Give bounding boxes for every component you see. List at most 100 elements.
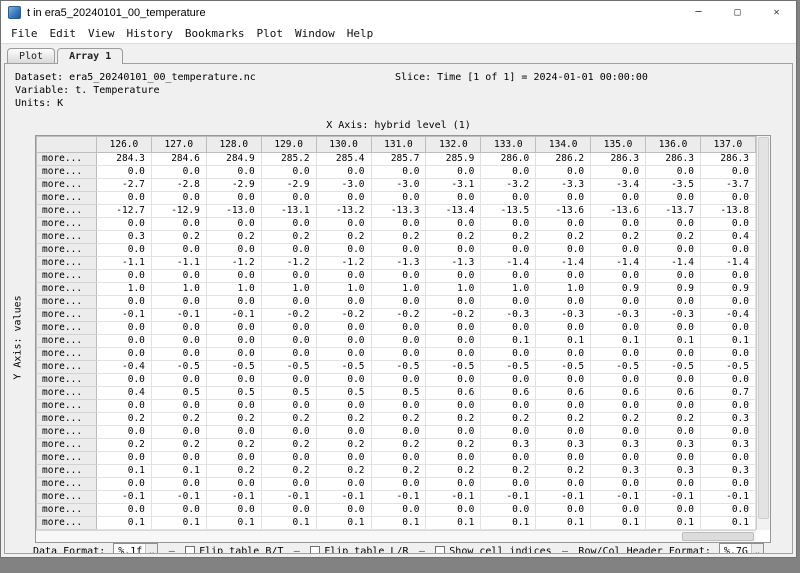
table-cell[interactable]: 285.4	[316, 153, 371, 166]
table-cell[interactable]: -0.5	[151, 361, 206, 374]
table-cell[interactable]: 0.1	[316, 517, 371, 530]
table-cell[interactable]: 1.0	[97, 283, 152, 296]
close-button[interactable]: ✕	[757, 1, 796, 24]
table-cell[interactable]: 0.2	[97, 413, 152, 426]
table-cell[interactable]: 0.0	[536, 348, 591, 361]
table-cell[interactable]: 0.0	[700, 322, 755, 335]
table-cell[interactable]: 0.3	[591, 465, 646, 478]
table-cell[interactable]: -12.9	[151, 205, 206, 218]
table-cell[interactable]: 0.9	[591, 283, 646, 296]
table-cell[interactable]: 286.0	[481, 153, 536, 166]
table-cell[interactable]: 0.0	[536, 452, 591, 465]
table-cell[interactable]: 0.2	[646, 413, 701, 426]
table-cell[interactable]: 0.0	[646, 478, 701, 491]
table-cell[interactable]: 0.6	[536, 387, 591, 400]
table-cell[interactable]: 0.0	[536, 192, 591, 205]
row-header-more[interactable]: more...	[37, 374, 97, 387]
table-cell[interactable]: 0.3	[536, 439, 591, 452]
table-cell[interactable]: 0.0	[261, 166, 316, 179]
table-cell[interactable]: 0.0	[646, 322, 701, 335]
table-cell[interactable]: 0.0	[316, 400, 371, 413]
table-cell[interactable]: 0.0	[536, 270, 591, 283]
table-cell[interactable]: 0.0	[151, 335, 206, 348]
table-cell[interactable]: 0.3	[591, 439, 646, 452]
table-cell[interactable]: 0.0	[206, 192, 261, 205]
table-cell[interactable]: 0.0	[261, 400, 316, 413]
table-cell[interactable]: 0.0	[536, 426, 591, 439]
table-cell[interactable]: -2.9	[206, 179, 261, 192]
table-cell[interactable]: -3.7	[700, 179, 755, 192]
table-cell[interactable]: 0.2	[536, 413, 591, 426]
table-cell[interactable]: 0.5	[151, 387, 206, 400]
table-cell[interactable]: 0.0	[206, 426, 261, 439]
table-cell[interactable]: 0.0	[316, 504, 371, 517]
table-cell[interactable]: -3.5	[646, 179, 701, 192]
table-cell[interactable]: 0.0	[426, 166, 481, 179]
table-cell[interactable]: 0.3	[646, 439, 701, 452]
table-cell[interactable]: 0.0	[591, 400, 646, 413]
table-cell[interactable]: 285.9	[426, 153, 481, 166]
table-cell[interactable]: 0.0	[97, 426, 152, 439]
table-cell[interactable]: 0.0	[591, 374, 646, 387]
table-cell[interactable]: 0.1	[646, 517, 701, 530]
table-cell[interactable]: 0.0	[536, 322, 591, 335]
table-cell[interactable]: 286.2	[536, 153, 591, 166]
table-cell[interactable]: 1.0	[426, 283, 481, 296]
row-header-more[interactable]: more...	[37, 452, 97, 465]
table-cell[interactable]: 0.0	[536, 374, 591, 387]
table-cell[interactable]: 0.0	[206, 348, 261, 361]
table-cell[interactable]: 0.0	[371, 270, 426, 283]
table-cell[interactable]: 0.3	[97, 231, 152, 244]
table-cell[interactable]: 0.0	[97, 270, 152, 283]
table-cell[interactable]: 0.0	[591, 166, 646, 179]
vertical-scrollbar[interactable]	[756, 136, 770, 530]
table-cell[interactable]: 284.6	[151, 153, 206, 166]
table-cell[interactable]: 0.1	[151, 517, 206, 530]
table-cell[interactable]: 0.2	[371, 413, 426, 426]
table-cell[interactable]: 0.0	[426, 296, 481, 309]
table-cell[interactable]: -0.1	[206, 309, 261, 322]
table-cell[interactable]: 0.0	[481, 296, 536, 309]
table-cell[interactable]: 0.2	[646, 231, 701, 244]
table-cell[interactable]: 0.2	[261, 413, 316, 426]
table-cell[interactable]: 0.4	[97, 387, 152, 400]
table-cell[interactable]: 0.0	[151, 270, 206, 283]
table-cell[interactable]: 0.0	[591, 504, 646, 517]
table-cell[interactable]: 0.3	[646, 465, 701, 478]
table-cell[interactable]: 0.0	[646, 270, 701, 283]
table-cell[interactable]: 0.0	[261, 192, 316, 205]
table-cell[interactable]: 1.0	[261, 283, 316, 296]
table-cell[interactable]: 0.0	[97, 452, 152, 465]
table-cell[interactable]: 0.2	[97, 439, 152, 452]
table-cell[interactable]: 0.0	[151, 348, 206, 361]
table-cell[interactable]: -2.7	[97, 179, 152, 192]
table-cell[interactable]: 0.1	[481, 335, 536, 348]
table-cell[interactable]: 0.0	[481, 348, 536, 361]
table-cell[interactable]: 0.0	[316, 452, 371, 465]
table-cell[interactable]: 0.1	[591, 517, 646, 530]
table-cell[interactable]: 0.3	[700, 465, 755, 478]
table-cell[interactable]: 0.0	[206, 478, 261, 491]
row-header-more[interactable]: more...	[37, 439, 97, 452]
table-cell[interactable]: 286.3	[700, 153, 755, 166]
table-cell[interactable]: -0.1	[97, 309, 152, 322]
table-cell[interactable]: -1.1	[151, 257, 206, 270]
row-header-more[interactable]: more...	[37, 517, 97, 530]
table-cell[interactable]: 0.0	[371, 452, 426, 465]
table-cell[interactable]: 0.2	[316, 413, 371, 426]
table-cell[interactable]: -0.2	[426, 309, 481, 322]
table-cell[interactable]: 0.0	[261, 296, 316, 309]
table-cell[interactable]: 0.0	[151, 192, 206, 205]
table-cell[interactable]: 0.0	[646, 504, 701, 517]
table-cell[interactable]: 0.0	[151, 322, 206, 335]
table-cell[interactable]: -3.3	[536, 179, 591, 192]
table-cell[interactable]: 0.0	[426, 374, 481, 387]
row-header-more[interactable]: more...	[37, 179, 97, 192]
row-header-more[interactable]: more...	[37, 283, 97, 296]
table-cell[interactable]: 0.1	[536, 335, 591, 348]
table-cell[interactable]: 0.2	[426, 465, 481, 478]
table-cell[interactable]: -1.4	[700, 257, 755, 270]
table-cell[interactable]: 0.1	[97, 517, 152, 530]
table-cell[interactable]: 0.0	[426, 270, 481, 283]
table-cell[interactable]: 0.1	[536, 517, 591, 530]
